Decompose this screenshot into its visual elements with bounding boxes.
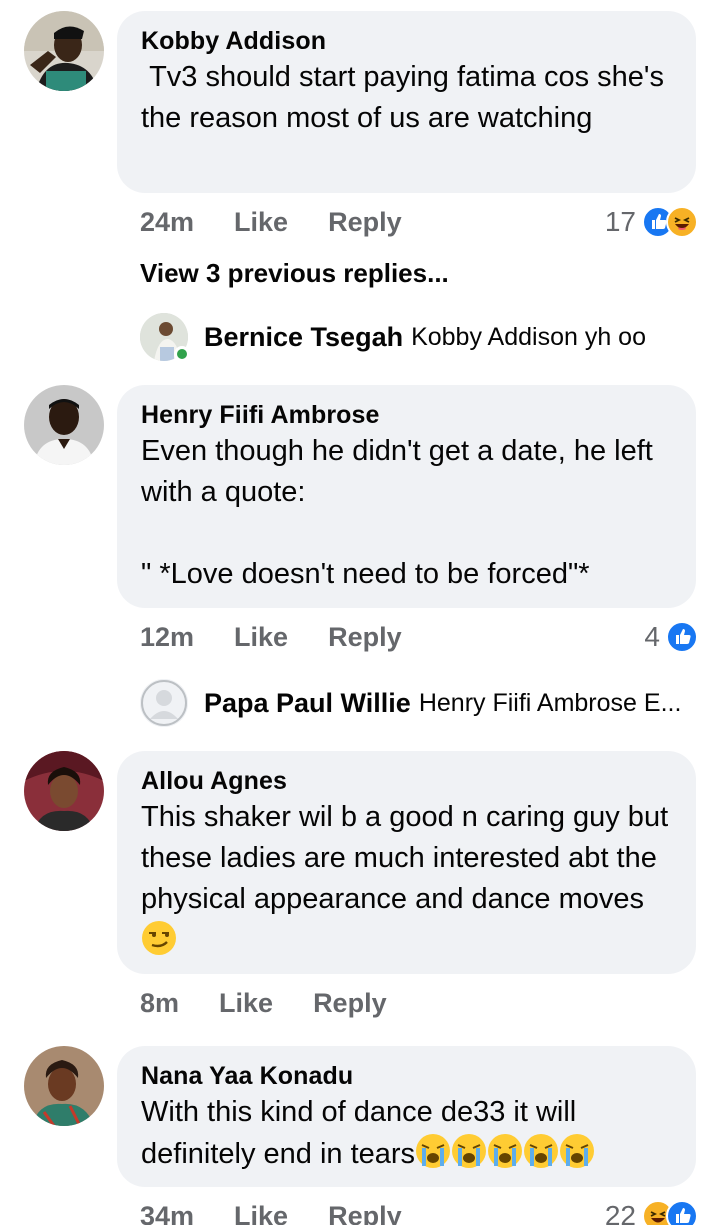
loudly-crying-emoji-icon [560, 1134, 595, 1168]
comment-time[interactable]: 8m [140, 988, 179, 1019]
reply-author[interactable]: Bernice Tsegah [204, 322, 403, 353]
reply-preview[interactable]: Bernice Tsegah Kobby Addison yh oo [140, 312, 646, 362]
reaction-count: 17 [604, 206, 636, 237]
comment-actions: 8m Like Reply [140, 983, 387, 1023]
view-previous-replies-link[interactable]: View 3 previous replies... [140, 258, 449, 289]
comment-author[interactable]: Kobby Addison [141, 25, 672, 57]
reply-author[interactable]: Papa Paul Willie [204, 688, 411, 719]
comment-bubble: Nana Yaa Konadu With this kind of dance … [117, 1046, 696, 1187]
avatar[interactable] [24, 1046, 104, 1126]
like-icon [666, 1200, 698, 1225]
comment-actions: 24m Like Reply [140, 202, 402, 242]
avatar[interactable] [24, 385, 104, 465]
comment-text: This shaker wil b a good n caring guy bu… [141, 797, 672, 962]
online-status-icon [174, 346, 190, 362]
reply-text: Henry Fiifi Ambrose E... [418, 688, 682, 717]
loudly-crying-emoji-icon [524, 1134, 559, 1168]
comment-time[interactable]: 34m [140, 1201, 194, 1225]
comment-actions: 12m Like Reply [140, 617, 402, 657]
like-button[interactable]: Like [219, 988, 273, 1019]
smirk-emoji-icon [142, 921, 176, 955]
comment-bubble: Kobby Addison Tv3 should start paying fa… [117, 11, 696, 193]
comment-author[interactable]: Allou Agnes [141, 765, 672, 797]
reply-preview[interactable]: Papa Paul Willie Henry Fiifi Ambrose E..… [140, 678, 681, 728]
like-icon [666, 621, 698, 653]
reply-button[interactable]: Reply [328, 1201, 402, 1225]
comment-text: Tv3 should start paying fatima cos she's… [141, 61, 673, 134]
like-button[interactable]: Like [234, 207, 288, 238]
comment-text: With this kind of dance de33 it will def… [141, 1092, 672, 1175]
comment-author[interactable]: Henry Fiifi Ambrose [141, 399, 672, 431]
reply-button[interactable]: Reply [328, 207, 402, 238]
avatar[interactable] [140, 679, 188, 727]
like-button[interactable]: Like [234, 1201, 288, 1225]
comment-time[interactable]: 24m [140, 207, 194, 238]
avatar[interactable] [24, 751, 104, 831]
crying-emoji-group [415, 1134, 595, 1170]
reaction-summary[interactable]: 4 [644, 617, 698, 657]
comment-bubble: Allou Agnes This shaker wil b a good n c… [117, 751, 696, 974]
reaction-count: 22 [604, 1200, 636, 1225]
reply-text: Kobby Addison yh oo [411, 322, 646, 351]
comment-text: Even though he didn't get a date, he lef… [141, 435, 653, 590]
avatar[interactable] [140, 313, 190, 362]
reply-button[interactable]: Reply [328, 622, 402, 653]
reaction-summary[interactable]: 22 [605, 1196, 698, 1225]
comment-author[interactable]: Nana Yaa Konadu [141, 1060, 672, 1092]
reaction-count: 4 [644, 621, 660, 652]
loudly-crying-emoji-icon [416, 1134, 451, 1168]
comment-actions: 34m Like Reply [140, 1196, 402, 1225]
comment-text-body: This shaker wil b a good n caring guy bu… [141, 801, 677, 915]
reaction-summary[interactable]: 17 [605, 202, 698, 242]
avatar[interactable] [24, 11, 104, 91]
loudly-crying-emoji-icon [452, 1134, 487, 1168]
comment-bubble: Henry Fiifi Ambrose Even though he didn'… [117, 385, 696, 608]
comment-time[interactable]: 12m [140, 622, 194, 653]
loudly-crying-emoji-icon [488, 1134, 523, 1168]
like-button[interactable]: Like [234, 622, 288, 653]
reply-button[interactable]: Reply [313, 988, 387, 1019]
haha-icon [666, 206, 698, 238]
